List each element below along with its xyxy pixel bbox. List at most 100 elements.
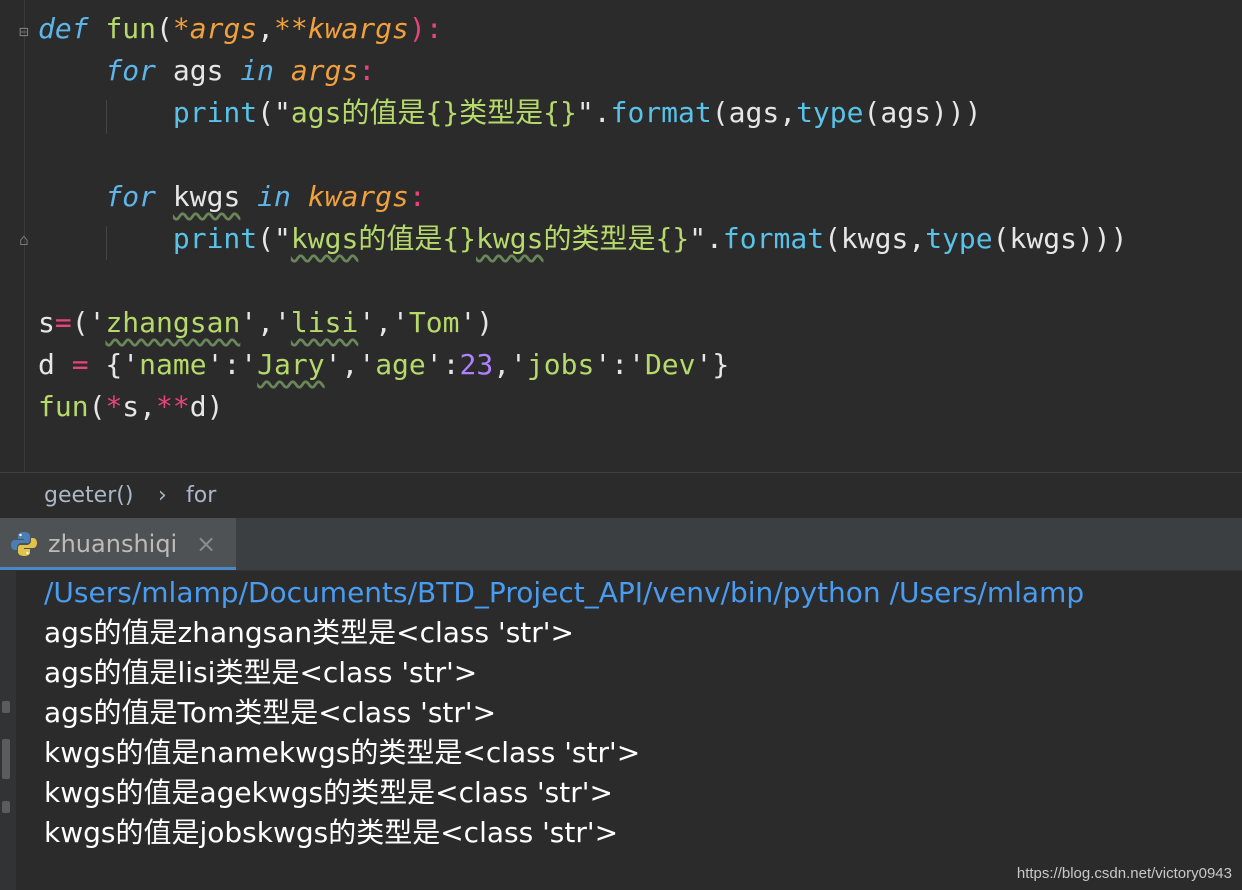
close-icon[interactable]: ×	[196, 518, 216, 570]
console-output-line: kwgs的值是agekwgs的类型是<class 'str'>	[44, 776, 613, 809]
code-line[interactable]: for ags in args:	[38, 50, 375, 92]
code-token: (ags,	[711, 96, 797, 129]
code-token: in	[240, 54, 275, 87]
code-token: ','	[358, 306, 409, 339]
code-token: ):	[408, 12, 443, 45]
console-output-line: ags的值是Tom类型是<class 'str'>	[44, 696, 497, 729]
code-token: '}	[695, 348, 730, 381]
code-token: fun	[38, 390, 89, 423]
console-output-line: kwgs的值是namekwgs的类型是<class 'str'>	[44, 736, 641, 769]
code-token: Dev	[644, 348, 696, 381]
code-line[interactable]: print("kwgs的值是{}kwgs的类型是{}".format(kwgs,…	[38, 218, 1128, 260]
code-token: 的值是{}	[358, 222, 477, 255]
console-toolbar-strip	[0, 571, 16, 890]
console-output-line: kwgs的值是jobskwgs的类型是<class 'str'>	[44, 816, 619, 849]
code-token: Jary	[257, 348, 325, 381]
code-token: s,	[122, 390, 157, 423]
code-token: type	[796, 96, 864, 129]
code-token: ("	[257, 96, 291, 129]
toolbar-marker[interactable]	[2, 701, 10, 713]
fold-end-icon[interactable]: ⌂	[16, 230, 32, 250]
code-token: d)	[189, 390, 224, 423]
code-token: format	[610, 96, 712, 129]
code-token: type	[925, 222, 993, 255]
code-token: kwargs	[307, 180, 409, 213]
breadcrumb-separator: ›	[158, 483, 167, 508]
code-token: ,	[257, 12, 275, 45]
code-token: 23	[459, 348, 494, 381]
code-token: Tom	[408, 306, 460, 339]
python-icon	[11, 532, 37, 556]
toolbar-marker[interactable]	[2, 801, 10, 813]
code-token: *args	[172, 12, 258, 45]
console-command-line[interactable]: /Users/mlamp/Documents/BTD_Project_API/v…	[44, 573, 1084, 613]
code-token: ("	[257, 222, 291, 255]
code-token: zhangsan	[105, 306, 241, 339]
code-token: ".	[576, 96, 611, 129]
code-token: 的类型是{}	[543, 222, 690, 255]
run-tab-bar: zhuanshiqi ×	[0, 518, 1242, 571]
code-token: jobs	[526, 348, 595, 381]
code-token: lisi	[290, 306, 359, 339]
toolbar-marker[interactable]	[2, 739, 10, 779]
code-token: :	[408, 180, 426, 213]
code-line[interactable]: fun(*s,**d)	[38, 386, 223, 428]
code-line[interactable]: s=('zhangsan','lisi','Tom')	[38, 302, 493, 344]
code-token: **	[156, 390, 190, 423]
breadcrumb: geeter() › for	[0, 472, 1242, 519]
breadcrumb-for[interactable]: for	[186, 473, 216, 519]
code-token: ':	[425, 348, 460, 381]
code-token: def	[38, 12, 89, 45]
code-token: (kwgs)))	[992, 222, 1128, 255]
code-token: ags的值是{}类型是{}	[290, 96, 577, 129]
run-console[interactable]: /Users/mlamp/Documents/BTD_Project_API/v…	[0, 571, 1242, 890]
code-editor[interactable]: ⊟ ⌂ def fun(*args,**kwargs): for ags in …	[0, 0, 1242, 472]
code-token: *	[105, 390, 123, 423]
code-token: fun	[105, 12, 157, 45]
code-token: print	[172, 222, 258, 255]
code-token: (	[88, 390, 106, 423]
code-line[interactable]: d = {'name':'Jary','age':23,'jobs':'Dev'…	[38, 344, 729, 386]
code-token: s	[38, 306, 55, 339]
console-output-line: ags的值是zhangsan类型是<class 'str'>	[44, 616, 574, 649]
code-token: name	[139, 348, 207, 381]
code-token: :	[358, 54, 376, 87]
code-token: age	[375, 348, 426, 381]
code-token: kwgs	[290, 222, 359, 255]
code-token: d	[38, 348, 72, 381]
breadcrumb-function[interactable]: geeter()	[44, 473, 133, 519]
code-token: kwgs	[476, 222, 544, 255]
run-tab-label: zhuanshiqi	[48, 530, 178, 558]
code-token: **kwargs	[274, 12, 409, 45]
code-token: for	[105, 180, 157, 213]
watermark: https://blog.csdn.net/victory0943	[1016, 865, 1232, 882]
code-token: in	[257, 180, 291, 213]
code-token: ".	[689, 222, 723, 255]
console-output-line: ags的值是lisi类型是<class 'str'>	[44, 656, 478, 689]
code-token: ')	[459, 306, 494, 339]
code-token: (kwgs,	[824, 222, 926, 255]
code-line[interactable]: print("ags的值是{}类型是{}".format(ags,type(ag…	[38, 92, 982, 134]
code-token: ags	[156, 54, 241, 87]
run-tab-zhuanshiqi[interactable]: zhuanshiqi ×	[0, 518, 236, 570]
code-token: for	[105, 54, 157, 87]
code-token: {'	[88, 348, 140, 381]
code-token: ':'	[594, 348, 645, 381]
code-token: ('	[71, 306, 106, 339]
code-token: ':'	[206, 348, 258, 381]
code-line[interactable]: def fun(*args,**kwargs):	[38, 8, 443, 50]
fold-open-icon[interactable]: ⊟	[16, 22, 32, 42]
code-token: kwgs	[172, 180, 241, 213]
code-token: (	[156, 12, 173, 45]
code-token: format	[722, 222, 825, 255]
code-token: =	[71, 348, 89, 381]
code-line[interactable]: for kwgs in kwargs:	[38, 176, 426, 218]
